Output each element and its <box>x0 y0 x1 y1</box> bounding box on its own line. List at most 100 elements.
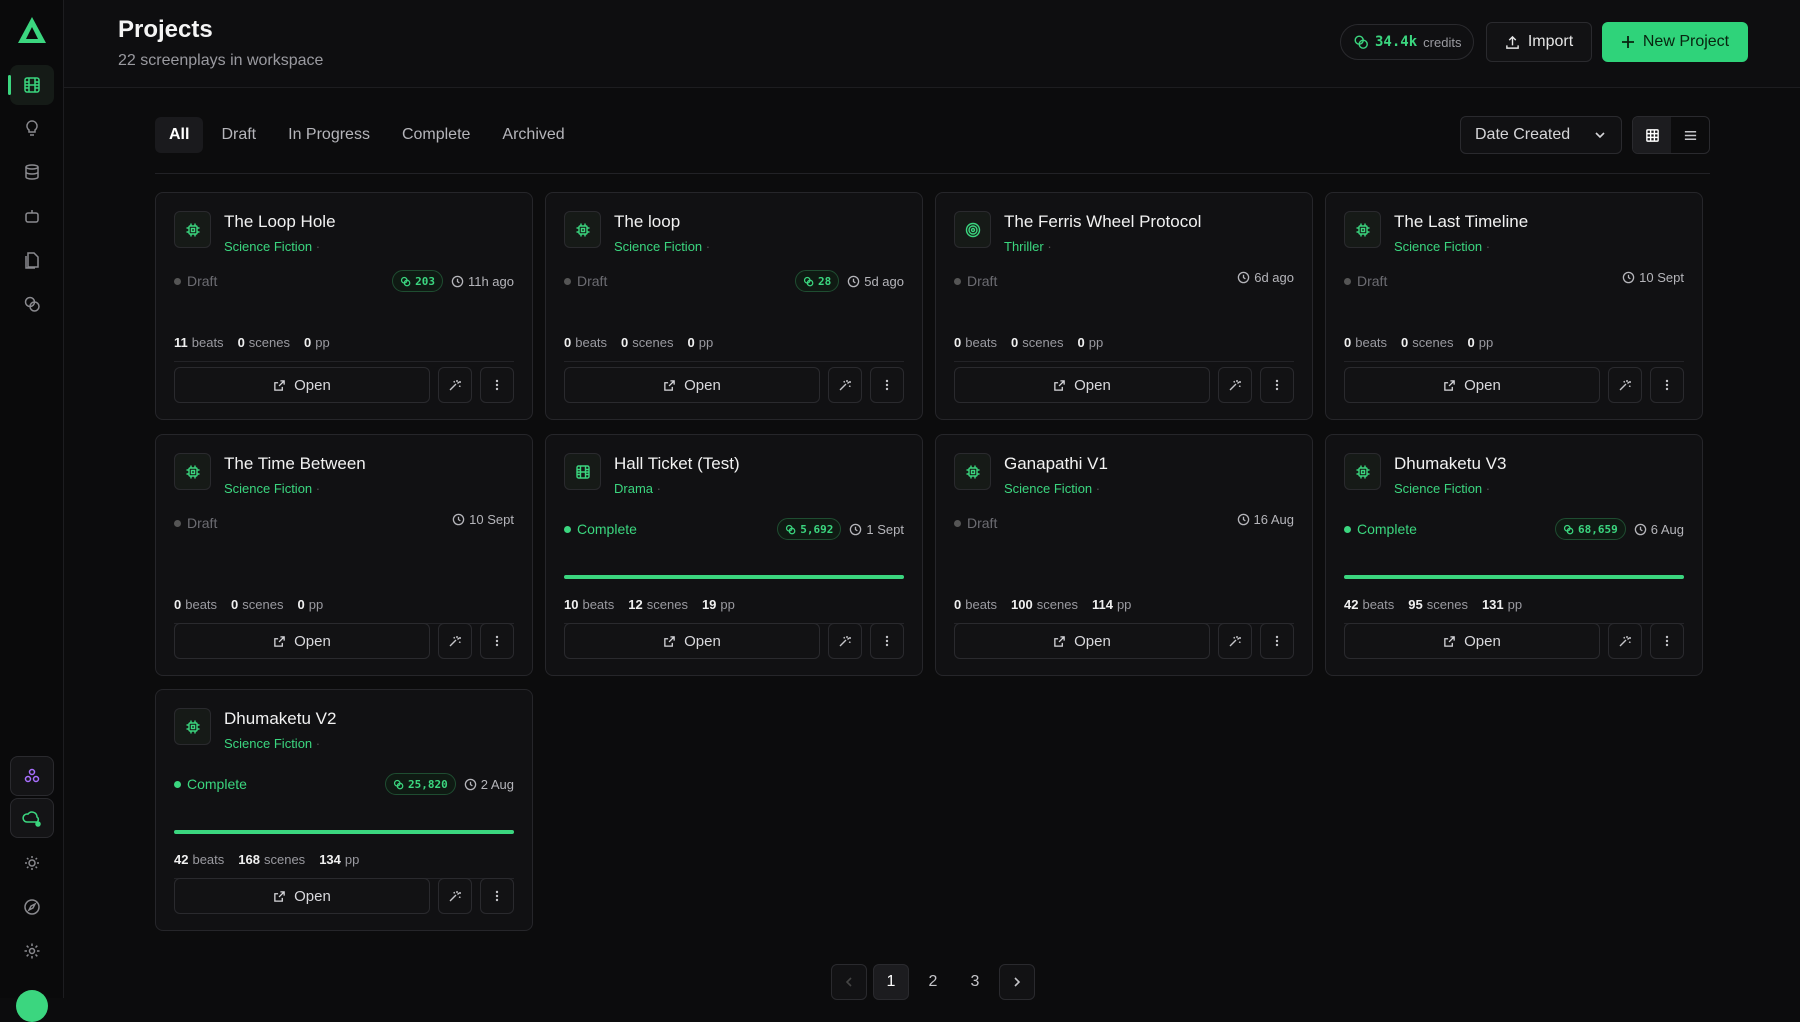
project-meta: 28 5d ago <box>794 270 904 292</box>
sidebar-projects-film-icon[interactable] <box>8 65 54 105</box>
project-title[interactable]: The Time Between <box>224 454 366 474</box>
open-project-button[interactable]: Open <box>174 367 430 403</box>
more-options-button[interactable] <box>1650 623 1684 659</box>
project-meta: 25,820 2 Aug <box>384 773 514 795</box>
new-project-button[interactable]: New Project <box>1602 22 1748 62</box>
ai-assist-button[interactable] <box>1608 367 1642 403</box>
sidebar-database-icon[interactable] <box>10 152 54 192</box>
project-title[interactable]: The Last Timeline <box>1394 212 1528 232</box>
filter-tab-in-progress[interactable]: In Progress <box>274 117 384 153</box>
ai-assist-button[interactable] <box>1608 623 1642 659</box>
project-card[interactable]: The Loop Hole Science Fiction · Draft 203 11… <box>155 192 533 420</box>
sidebar-explore-compass-icon[interactable] <box>10 887 54 927</box>
app-logo[interactable] <box>14 12 50 48</box>
project-card[interactable]: The Last Timeline Science Fiction · Draft 1… <box>1325 192 1703 420</box>
sidebar-settings-gear-icon[interactable] <box>10 931 54 971</box>
more-options-button[interactable] <box>1260 623 1294 659</box>
project-title[interactable]: Hall Ticket (Test) <box>614 454 740 474</box>
clock-icon <box>1622 271 1635 284</box>
status-badge: Complete <box>564 521 637 537</box>
open-project-button[interactable]: Open <box>1344 623 1600 659</box>
open-project-button[interactable]: Open <box>564 367 820 403</box>
more-options-button[interactable] <box>870 623 904 659</box>
sidebar-integrations-icon[interactable] <box>10 756 54 796</box>
grid-view-icon[interactable] <box>1633 117 1671 153</box>
status-dot <box>174 780 181 788</box>
external-link-icon <box>274 890 285 902</box>
pagination-page-1[interactable]: 1 <box>873 964 909 1000</box>
project-card[interactable]: Dhumaketu V3 Science Fiction · Complete 68,… <box>1325 434 1703 676</box>
ai-assist-button[interactable] <box>1218 367 1252 403</box>
beats-count: 0 beats <box>954 335 998 350</box>
open-project-button[interactable]: Open <box>564 623 820 659</box>
card-divider <box>1344 361 1684 362</box>
open-project-button[interactable]: Open <box>954 623 1210 659</box>
pagination: 1 2 3 <box>831 964 1035 1000</box>
project-stats: 10 beats 12 scenes 19 pp <box>564 597 735 612</box>
filter-tab-draft[interactable]: Draft <box>207 117 270 153</box>
project-card[interactable]: Hall Ticket (Test) Drama · Complete 5,692 1 … <box>545 434 923 676</box>
open-project-button[interactable]: Open <box>174 623 430 659</box>
scenes-count: 0 scenes <box>1011 335 1064 350</box>
ai-assist-button[interactable] <box>438 623 472 659</box>
more-options-button[interactable] <box>480 878 514 914</box>
pages-count: 114 pp <box>1091 597 1132 612</box>
project-genre: Thriller · <box>1004 239 1052 254</box>
ai-assist-button[interactable] <box>438 878 472 914</box>
pagination-page-3[interactable]: 3 <box>957 964 993 1000</box>
project-title[interactable]: Dhumaketu V2 <box>224 709 336 729</box>
progress-fill <box>1344 575 1684 579</box>
sidebar-theme-sun-icon[interactable] <box>10 843 54 883</box>
magic-wand-icon <box>1229 636 1241 647</box>
import-button[interactable]: Import <box>1486 22 1592 62</box>
sidebar-bot-icon[interactable] <box>10 196 54 236</box>
sidebar-cloud-sync-icon[interactable] <box>10 798 54 838</box>
more-options-button[interactable] <box>870 367 904 403</box>
clock-icon <box>1237 271 1250 284</box>
project-title[interactable]: The Ferris Wheel Protocol <box>1004 212 1201 232</box>
filter-tab-all[interactable]: All <box>155 117 204 153</box>
more-options-button[interactable] <box>480 367 514 403</box>
project-title[interactable]: Dhumaketu V3 <box>1394 454 1506 474</box>
user-avatar[interactable] <box>16 990 48 1022</box>
open-project-button[interactable]: Open <box>954 367 1210 403</box>
pagination-prev-chevron-left-icon[interactable] <box>831 964 867 1000</box>
ai-assist-button[interactable] <box>1218 623 1252 659</box>
open-project-button[interactable]: Open <box>174 878 430 914</box>
project-stats: 42 beats 168 scenes 134 pp <box>174 852 359 867</box>
project-card[interactable]: The loop Science Fiction · Draft 28 5d ago 0 b… <box>545 192 923 420</box>
list-view-icon[interactable] <box>1671 117 1709 153</box>
updated-time: 6 Aug <box>1634 522 1684 537</box>
filter-tab-complete[interactable]: Complete <box>388 117 484 153</box>
filter-tab-archived[interactable]: Archived <box>488 117 578 153</box>
progress-fill <box>564 575 904 579</box>
more-options-button[interactable] <box>1650 367 1684 403</box>
project-card[interactable]: The Ferris Wheel Protocol Thriller · Draft… <box>935 192 1313 420</box>
external-link-icon <box>1444 379 1455 391</box>
sidebar-ideas-lightbulb-icon[interactable] <box>10 108 54 148</box>
more-options-button[interactable] <box>480 623 514 659</box>
cpu-icon <box>1344 211 1381 248</box>
more-options-button[interactable] <box>1260 367 1294 403</box>
pagination-next-chevron-right-icon[interactable] <box>999 964 1035 1000</box>
open-project-button[interactable]: Open <box>1344 367 1600 403</box>
project-title[interactable]: The Loop Hole <box>224 212 336 232</box>
ai-assist-button[interactable] <box>828 367 862 403</box>
sidebar-files-icon[interactable] <box>10 240 54 280</box>
project-card[interactable]: The Time Between Science Fiction · Draft 10… <box>155 434 533 676</box>
project-title[interactable]: The loop <box>614 212 680 232</box>
project-card[interactable]: Ganapathi V1 Science Fiction · Draft 16 Aug… <box>935 434 1313 676</box>
credits-badge[interactable]: 34.4k credits <box>1340 24 1475 60</box>
ai-assist-button[interactable] <box>828 623 862 659</box>
sidebar-credits-coins-icon[interactable] <box>10 284 54 324</box>
pagination-page-2[interactable]: 2 <box>915 964 951 1000</box>
ai-assist-button[interactable] <box>438 367 472 403</box>
project-card[interactable]: Dhumaketu V2 Science Fiction · Complete 25,… <box>155 689 533 931</box>
project-stats: 0 beats 0 scenes 0 pp <box>174 597 323 612</box>
sort-dropdown[interactable]: Date Created <box>1460 116 1622 154</box>
updated-time: 5d ago <box>847 274 904 289</box>
scenes-count: 12 scenes <box>628 597 688 612</box>
magic-wand-icon <box>839 636 851 647</box>
card-divider <box>174 361 514 362</box>
project-title[interactable]: Ganapathi V1 <box>1004 454 1108 474</box>
